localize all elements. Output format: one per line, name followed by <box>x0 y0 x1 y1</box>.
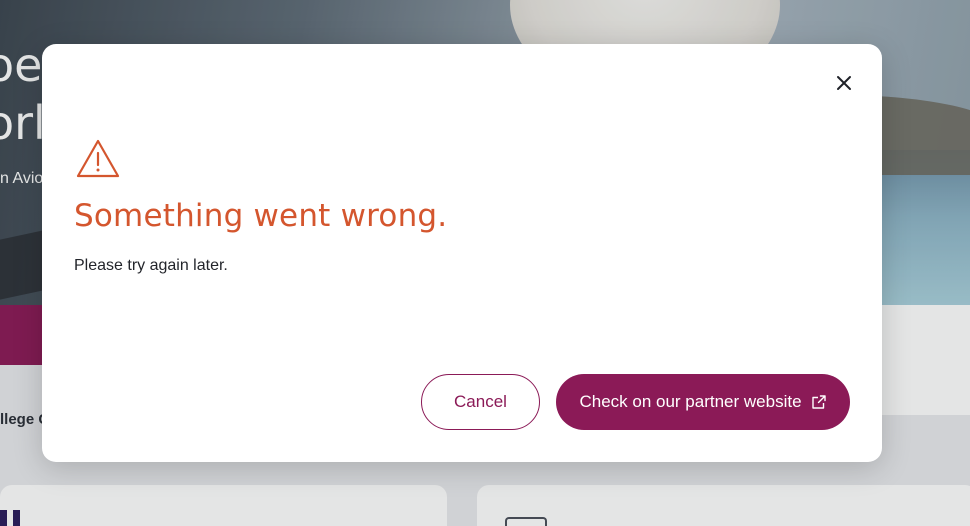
close-button[interactable] <box>830 69 858 97</box>
dialog-message: Please try again later. <box>74 257 228 274</box>
close-icon <box>837 76 851 90</box>
warning-triangle-icon <box>76 139 120 178</box>
partner-website-button[interactable]: Check on our partner website <box>556 374 850 430</box>
partner-website-button-label: Check on our partner website <box>579 392 802 411</box>
cancel-button[interactable]: Cancel <box>421 374 540 430</box>
external-link-icon <box>811 395 826 409</box>
cancel-button-label: Cancel <box>454 392 507 411</box>
error-dialog: Something went wrong. Please try again l… <box>42 44 882 462</box>
dialog-title: Something went wrong. <box>74 198 448 234</box>
